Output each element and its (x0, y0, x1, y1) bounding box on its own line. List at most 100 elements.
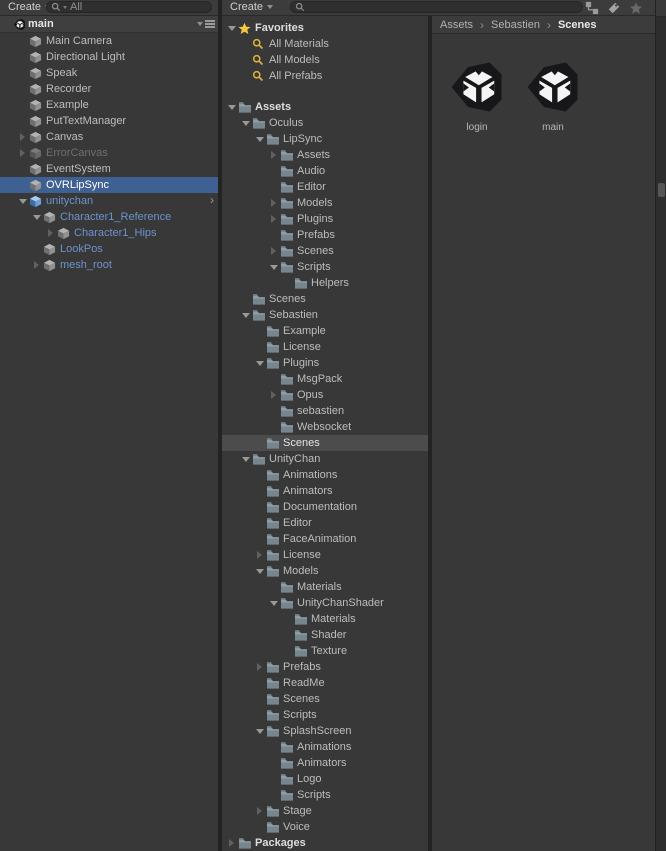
tree-row[interactable]: Websocket (222, 419, 428, 435)
asset-item-login[interactable]: login (445, 58, 509, 133)
tree-row[interactable]: Documentation (222, 499, 428, 515)
tree-row[interactable]: Animators (222, 755, 428, 771)
foldout-expanded-arrow[interactable] (30, 209, 43, 225)
tree-row[interactable]: Materials (222, 579, 428, 595)
breadcrumb-item[interactable]: Scenes (558, 19, 597, 31)
tree-row[interactable]: Helpers (222, 275, 428, 291)
hierarchy-item[interactable]: Recorder (0, 81, 218, 97)
breadcrumb-item[interactable]: Assets (440, 19, 473, 31)
tree-row[interactable]: Plugins (222, 211, 428, 227)
foldout-expanded-arrow[interactable] (239, 307, 252, 323)
tree-row[interactable]: Stage (222, 803, 428, 819)
hierarchy-item[interactable]: EventSystem (0, 161, 218, 177)
tree-row[interactable]: All Materials (222, 36, 428, 52)
tree-row[interactable]: sebastien (222, 403, 428, 419)
tree-row[interactable]: Plugins (222, 355, 428, 371)
tree-row[interactable]: Scripts (222, 787, 428, 803)
tree-row[interactable]: Models (222, 195, 428, 211)
foldout-expanded-arrow[interactable] (253, 131, 266, 147)
tree-row[interactable]: Sebastien (222, 307, 428, 323)
foldout-expanded-arrow[interactable] (253, 563, 266, 579)
tree-row[interactable]: Packages (222, 835, 428, 851)
project-search-input[interactable] (290, 1, 583, 13)
foldout-expanded-arrow[interactable] (267, 259, 280, 275)
tree-row[interactable]: Materials (222, 611, 428, 627)
tree-row[interactable]: Animations (222, 467, 428, 483)
tree-row[interactable]: Scenes (222, 435, 428, 451)
tree-row[interactable]: ReadMe (222, 675, 428, 691)
hierarchy-item[interactable]: Example (0, 97, 218, 113)
tree-row[interactable]: MsgPack (222, 371, 428, 387)
asset-item-main[interactable]: main (521, 58, 585, 133)
tree-row[interactable]: All Models (222, 52, 428, 68)
tree-row[interactable]: Voice (222, 819, 428, 835)
tree-row[interactable]: Opus (222, 387, 428, 403)
hierarchy-item[interactable]: unitychan › (0, 193, 218, 209)
foldout-collapsed-arrow[interactable] (267, 243, 280, 259)
scene-header-row[interactable]: main (0, 16, 218, 33)
foldout-collapsed-arrow[interactable] (253, 803, 266, 819)
tree-row[interactable]: Texture (222, 643, 428, 659)
tree-row[interactable]: LipSync (222, 131, 428, 147)
foldout-collapsed-arrow[interactable] (253, 659, 266, 675)
tree-row[interactable]: Oculus (222, 115, 428, 131)
vertical-scrollbar-thumb[interactable] (658, 183, 665, 197)
foldout-expanded-arrow[interactable] (225, 20, 238, 36)
foldout-collapsed-arrow[interactable] (267, 387, 280, 403)
tree-row[interactable]: FaceAnimation (222, 531, 428, 547)
tree-row[interactable]: Assets (222, 147, 428, 163)
breadcrumb-item[interactable]: Sebastien (491, 19, 540, 31)
scene-menu-button[interactable] (197, 20, 215, 28)
tree-row[interactable]: UnityChan (222, 451, 428, 467)
tree-row[interactable]: Prefabs (222, 659, 428, 675)
hierarchy-item[interactable]: Canvas (0, 129, 218, 145)
hierarchy-item[interactable]: Character1_Hips (0, 225, 218, 241)
tree-row[interactable]: Prefabs (222, 227, 428, 243)
tree-row[interactable]: Scenes (222, 291, 428, 307)
tree-row[interactable]: License (222, 339, 428, 355)
foldout-expanded-arrow[interactable] (253, 723, 266, 739)
search-filter-caret-icon[interactable] (63, 5, 67, 9)
foldout-expanded-arrow[interactable] (267, 595, 280, 611)
tree-row[interactable]: Favorites (222, 20, 428, 36)
tree-row[interactable]: Scenes (222, 691, 428, 707)
tree-row[interactable]: Editor (222, 179, 428, 195)
search-by-label-icon[interactable] (604, 0, 624, 15)
foldout-expanded-arrow[interactable] (225, 99, 238, 115)
foldout-collapsed-arrow[interactable] (267, 147, 280, 163)
tree-row[interactable]: All Prefabs (222, 68, 428, 84)
hierarchy-item[interactable]: Speak (0, 65, 218, 81)
hierarchy-item[interactable]: LookPos (0, 241, 218, 257)
tree-row[interactable]: SplashScreen (222, 723, 428, 739)
tree-row[interactable]: Editor (222, 515, 428, 531)
tree-row[interactable]: Scripts (222, 707, 428, 723)
hierarchy-search-input[interactable]: All (46, 1, 212, 13)
foldout-collapsed-arrow[interactable] (44, 225, 57, 241)
tree-row[interactable]: Scenes (222, 243, 428, 259)
tree-row[interactable]: Audio (222, 163, 428, 179)
tree-row[interactable]: Example (222, 323, 428, 339)
foldout-collapsed-arrow[interactable] (16, 145, 29, 161)
hierarchy-item[interactable]: Main Camera (0, 33, 218, 49)
tree-row[interactable]: Logo (222, 771, 428, 787)
foldout-expanded-arrow[interactable] (239, 115, 252, 131)
foldout-expanded-arrow[interactable] (253, 355, 266, 371)
foldout-collapsed-arrow[interactable] (16, 129, 29, 145)
project-create-button[interactable]: Create (226, 0, 277, 15)
foldout-collapsed-arrow[interactable] (267, 211, 280, 227)
vertical-scrollbar-track[interactable] (655, 0, 666, 851)
hierarchy-item[interactable]: mesh_root (0, 257, 218, 273)
foldout-collapsed-arrow[interactable] (225, 835, 238, 851)
hierarchy-item[interactable]: PutTextManager (0, 113, 218, 129)
tree-row[interactable]: Models (222, 563, 428, 579)
tree-row[interactable]: Assets (222, 99, 428, 115)
foldout-collapsed-arrow[interactable] (30, 257, 43, 273)
tree-row[interactable]: Animators (222, 483, 428, 499)
tree-row[interactable]: Animations (222, 739, 428, 755)
hierarchy-item[interactable]: Character1_Reference (0, 209, 218, 225)
hierarchy-item[interactable]: Directional Light (0, 49, 218, 65)
foldout-collapsed-arrow[interactable] (253, 547, 266, 563)
tree-row[interactable]: Shader (222, 627, 428, 643)
hierarchy-item[interactable]: ErrorCanvas (0, 145, 218, 161)
prefab-chevron-icon[interactable]: › (210, 193, 214, 209)
